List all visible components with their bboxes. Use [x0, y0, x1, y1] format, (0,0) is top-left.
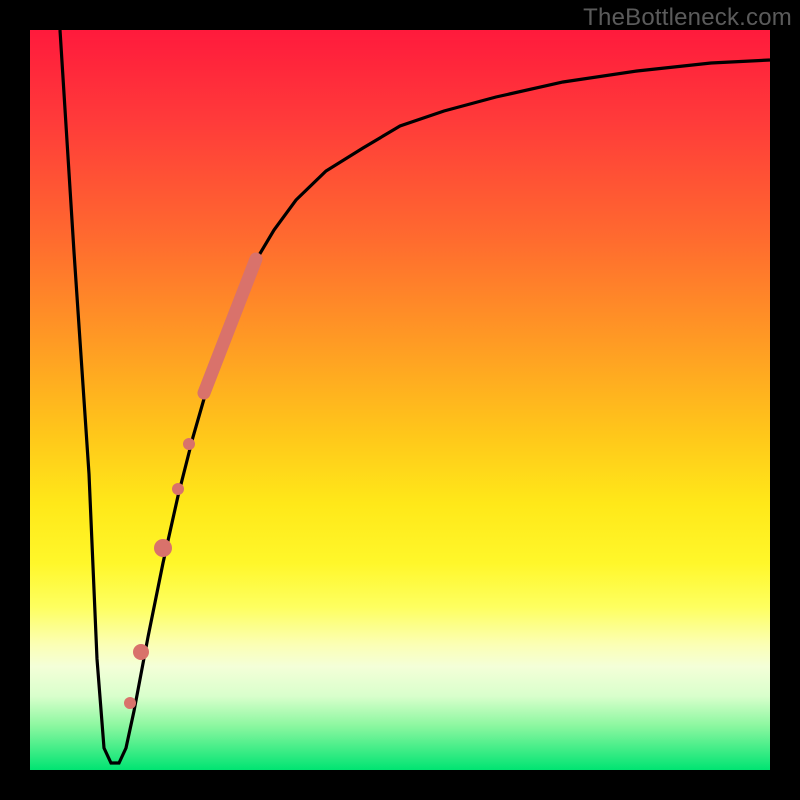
curve-layer [30, 30, 770, 770]
marker-dot-1 [183, 438, 195, 450]
highlight-band [204, 259, 256, 393]
plot-area [30, 30, 770, 770]
bottleneck-curve [60, 30, 770, 763]
marker-dot-4 [133, 644, 149, 660]
marker-dot-5 [124, 697, 136, 709]
chart-frame: TheBottleneck.com [0, 0, 800, 800]
marker-dot-2 [172, 483, 184, 495]
marker-dot-3 [154, 539, 172, 557]
watermark-text: TheBottleneck.com [583, 4, 792, 32]
